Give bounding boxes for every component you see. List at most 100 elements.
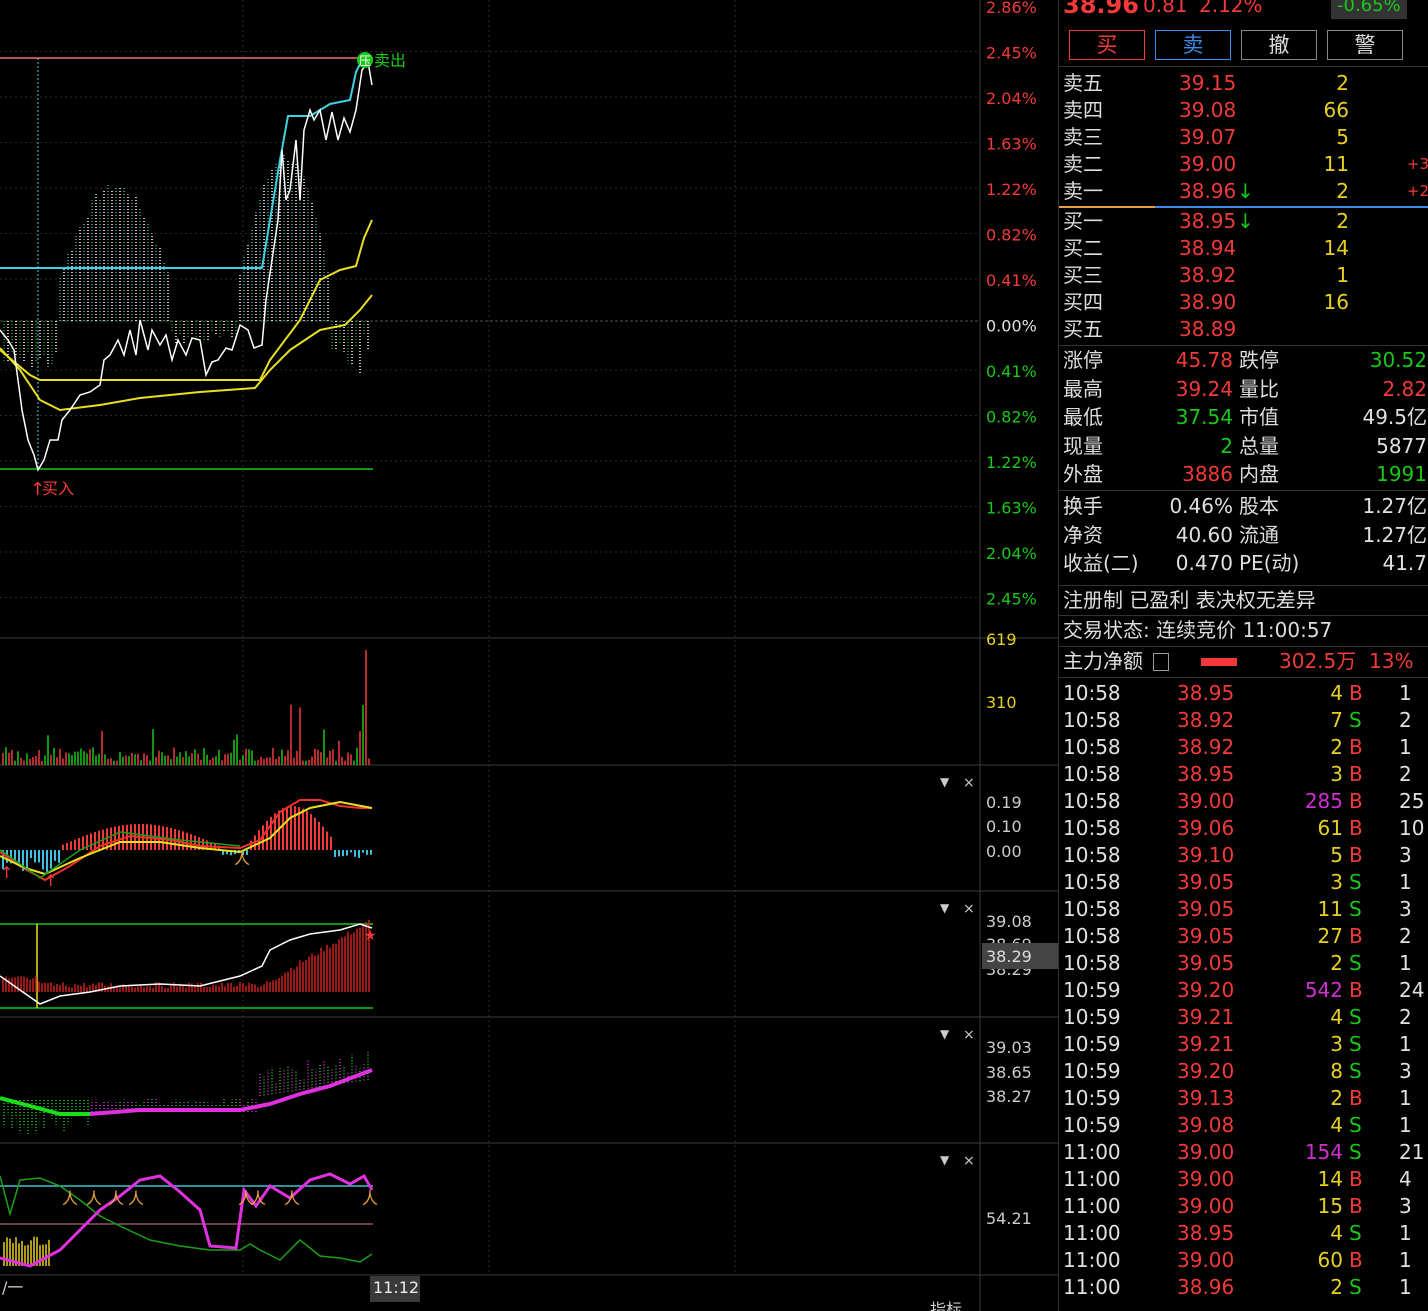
price-axis-label: 0.00% [986, 317, 1037, 336]
macd-runner-icon: 人 [234, 849, 250, 868]
volume-axis-1: 310 [986, 693, 1017, 712]
price-axis-label: 2.45% [986, 590, 1037, 609]
tick-row[interactable]: 10:59 39.13 2 B 1 [1059, 1085, 1428, 1112]
tick-row[interactable]: 10:58 39.05 11 S 3 [1059, 896, 1428, 923]
tick-row[interactable]: 10:59 39.08 4 S 1 [1059, 1112, 1428, 1139]
price-axis-label: 0.41% [986, 362, 1037, 381]
runner-icon: 人 [250, 1189, 266, 1208]
stat-row[interactable]: 最低 37.54 市值 49.5亿 [1059, 404, 1428, 431]
sell-badge-text: 压 [359, 54, 371, 68]
ind2-close-icon[interactable]: × [963, 901, 975, 917]
ind2-axis-0: 39.08 [986, 912, 1032, 931]
ind4-close-icon[interactable]: × [963, 1153, 975, 1169]
ind3-axis-0: 39.03 [986, 1038, 1032, 1057]
price-change-pct: 2.12% [1199, 0, 1263, 17]
quote-header: 38.96 0.81 2.12% -0.65% [1059, 0, 1428, 19]
bid-level[interactable]: 买一 38.95 2 ↓ [1059, 208, 1428, 235]
main-force-row: 主力净额 302.5万 13% [1063, 649, 1414, 673]
stat-row[interactable]: 现量 2 总量 5877 [1059, 433, 1428, 460]
macd-buy-arrow-icon: ↑ [0, 863, 13, 882]
tick-row[interactable]: 10:58 38.95 4 B 1 [1059, 680, 1428, 707]
tick-row[interactable]: 10:58 38.92 7 S 2 [1059, 707, 1428, 734]
volume-axis-0: 619 [986, 630, 1017, 649]
ind4-green-line [0, 1175, 373, 1263]
ind3-close-icon[interactable]: × [963, 1027, 975, 1043]
buy-button[interactable]: 买 [1069, 30, 1145, 60]
tick-row[interactable]: 10:58 39.05 27 B 2 [1059, 923, 1428, 950]
tick-row[interactable]: 10:58 39.06 61 B 10 [1059, 815, 1428, 842]
ask-level[interactable]: 卖五 39.15 2 [1059, 70, 1428, 97]
trade-status: 交易状态: 连续竞价 11:00:57 [1063, 618, 1333, 642]
macd-collapse-icon[interactable]: ▼ [940, 775, 950, 789]
price-axis-label: 1.63% [986, 499, 1037, 518]
sell-button[interactable]: 卖 [1155, 30, 1231, 60]
tick-row[interactable]: 10:59 39.21 3 S 1 [1059, 1031, 1428, 1058]
sell-signal-label: 卖出 [374, 51, 406, 70]
tick-row[interactable]: 10:58 38.92 2 B 1 [1059, 734, 1428, 761]
tick-row[interactable]: 10:58 38.95 3 B 2 [1059, 761, 1428, 788]
ind3-magenta-line [89, 1068, 373, 1116]
tick-row[interactable]: 11:00 39.00 154 S 21 [1059, 1139, 1428, 1166]
main-force-bar [1201, 658, 1237, 666]
ask-level[interactable]: 卖四 39.08 66 [1059, 97, 1428, 124]
cancel-button[interactable]: 撤 [1241, 30, 1317, 60]
runner-icon: 人 [284, 1189, 300, 1208]
intraday-chart[interactable]: 压 卖出 ↑ 买入 2.86% 2.45% 2.04% 1.63% 1.22% 0.82%… [0, 0, 1058, 1311]
tick-row[interactable]: 11:00 38.96 2 S 1 [1059, 1274, 1428, 1301]
ind4-axis-0: 54.21 [986, 1209, 1032, 1228]
price-axis-label: 0.41% [986, 271, 1037, 290]
tick-row[interactable]: 10:59 39.20 542 B 24 [1059, 977, 1428, 1004]
stat-row[interactable]: 最高 39.24 量比 2.82 [1059, 376, 1428, 403]
time-axis-start: /一 [2, 1278, 23, 1297]
macd-buy-arrow-icon-2: ↑ [44, 871, 57, 890]
bottom-indicator-tab[interactable]: 指标 [930, 1300, 962, 1311]
ind3-collapse-icon[interactable]: ▼ [940, 1027, 950, 1041]
buy-signal-label: 买入 [42, 479, 74, 498]
tick-row[interactable]: 11:00 38.95 4 S 1 [1059, 1220, 1428, 1247]
ind2-star-icon: ★ [364, 928, 377, 944]
ask-level[interactable]: 卖一 38.96 2 ↓ +2 [1059, 178, 1428, 205]
tick-row[interactable]: 10:59 39.20 8 S 3 [1059, 1058, 1428, 1085]
tick-row[interactable]: 10:59 39.21 4 S 2 [1059, 1004, 1428, 1031]
price-axis-label: 2.86% [986, 0, 1037, 17]
runner-icon: 人 [362, 1189, 378, 1208]
alert-button[interactable]: 警 [1327, 30, 1403, 60]
price-axis-label: 1.63% [986, 135, 1037, 154]
ind4-collapse-icon[interactable]: ▼ [940, 1153, 950, 1167]
bid-level[interactable]: 买四 38.90 16 [1059, 289, 1428, 316]
stat-row[interactable]: 外盘 3886 内盘 1991 [1059, 461, 1428, 488]
bid-level[interactable]: 买三 38.92 1 [1059, 262, 1428, 289]
tick-row[interactable]: 10:58 39.10 5 B 3 [1059, 842, 1428, 869]
ind3-axis-2: 38.27 [986, 1087, 1032, 1106]
macd-axis-2: 0.00 [986, 842, 1022, 861]
ind2-collapse-icon[interactable]: ▼ [940, 901, 950, 915]
runner-icon: 人 [86, 1189, 102, 1208]
bid-level[interactable]: 买五 38.89 [1059, 316, 1428, 343]
price-axis-label: 2.04% [986, 89, 1037, 108]
tick-row[interactable]: 11:00 39.00 15 B 3 [1059, 1193, 1428, 1220]
ask-level[interactable]: 卖二 39.00 11 +3 [1059, 151, 1428, 178]
tick-row[interactable]: 11:00 39.00 60 B 1 [1059, 1247, 1428, 1274]
price-change: 0.81 [1143, 0, 1188, 17]
stat-row[interactable]: 收益(二) 0.470 PE(动) 41.7 [1059, 550, 1428, 577]
macd-close-icon[interactable]: × [963, 775, 975, 791]
stat-row[interactable]: 换手 0.46% 股本 1.27亿 [1059, 493, 1428, 520]
stock-tags: 注册制 已盈利 表决权无差异 [1063, 588, 1316, 612]
runner-icon: 人 [62, 1189, 78, 1208]
change-badge: -0.65% [1331, 0, 1407, 19]
ask-level[interactable]: 卖三 39.07 5 [1059, 124, 1428, 151]
price-axis-label: 0.82% [986, 408, 1037, 427]
price-axis-label: 2.04% [986, 544, 1037, 563]
tick-row[interactable]: 10:58 39.00 285 B 25 [1059, 788, 1428, 815]
stat-row[interactable]: 涨停 45.78 跌停 30.52 [1059, 347, 1428, 374]
ind3-axis-1: 38.65 [986, 1063, 1032, 1082]
yellow-avg-line-2 [0, 294, 373, 412]
tick-row[interactable]: 11:00 39.00 14 B 4 [1059, 1166, 1428, 1193]
list-icon[interactable] [1153, 653, 1169, 671]
bid-level[interactable]: 买二 38.94 14 [1059, 235, 1428, 262]
price-axis-label: 1.22% [986, 180, 1037, 199]
time-cursor-label: 11:12 [373, 1278, 419, 1297]
tick-row[interactable]: 10:58 39.05 3 S 1 [1059, 869, 1428, 896]
stat-row[interactable]: 净资 40.60 流通 1.27亿 [1059, 522, 1428, 549]
tick-row[interactable]: 10:58 39.05 2 S 1 [1059, 950, 1428, 977]
